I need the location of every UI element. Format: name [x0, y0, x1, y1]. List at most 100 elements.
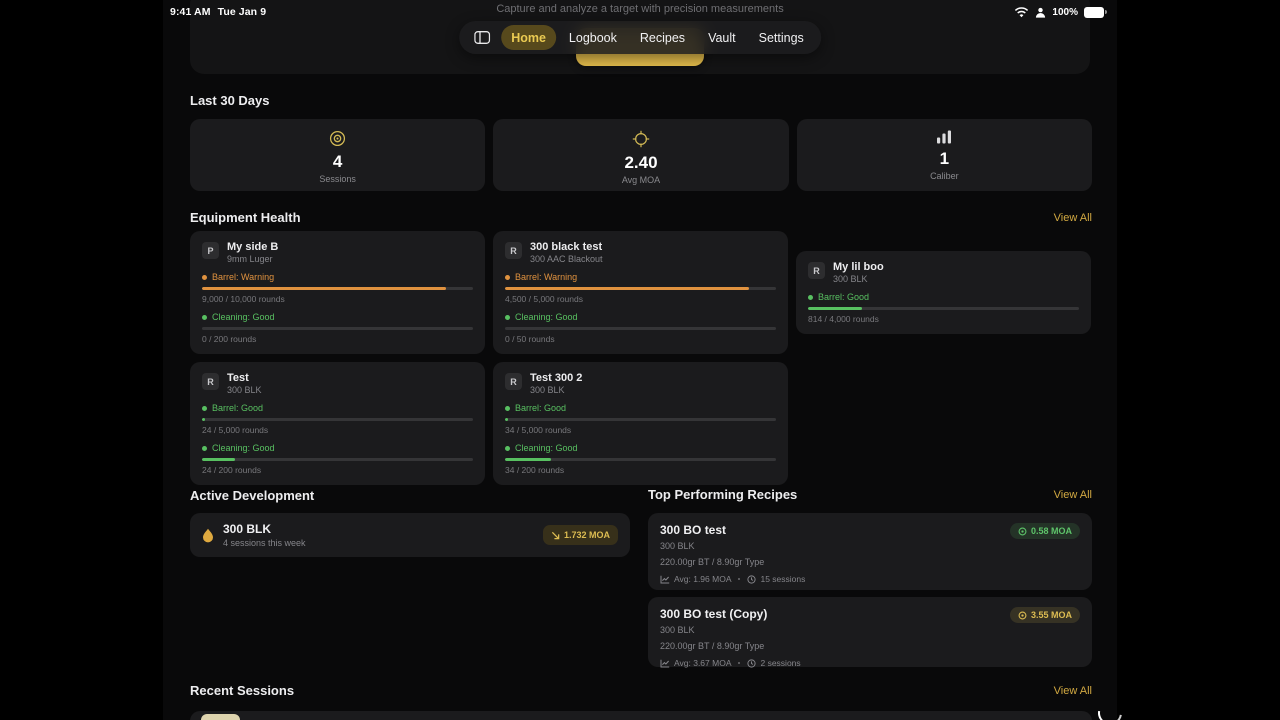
trend-badge: 1.732 MOA [542, 525, 618, 545]
tab-home[interactable]: Home [501, 25, 556, 50]
status-dot [202, 274, 207, 280]
equipment-card-300-black-test[interactable]: R 300 black test 300 AAC Blackout Barrel… [493, 231, 788, 354]
battery-nub [1105, 10, 1107, 14]
sessions-clock-icon [747, 658, 757, 668]
target-icon [329, 130, 346, 147]
active-development-text: 300 BLK 4 sessions this week [223, 522, 306, 548]
stat-card-caliber: 1 Caliber [796, 119, 1092, 191]
equipment-type-badge: R [202, 373, 219, 390]
gauge-fill [202, 287, 446, 290]
moa-badge-value: 3.55 MOA [1030, 610, 1072, 620]
active-recipe-subtitle: 4 sessions this week [223, 538, 306, 548]
gauge-label: Cleaning: Good [515, 312, 578, 322]
target-small-icon [1018, 611, 1027, 620]
battery-fill [1084, 6, 1104, 18]
stat-card-sessions: 4 Sessions [190, 119, 486, 191]
equipment-type-badge: R [505, 373, 522, 390]
gauge-fill [505, 287, 749, 290]
tab-recipes-label: Recipes [639, 30, 686, 45]
active-recipe-name: 300 BLK [223, 522, 272, 536]
gauge-rounds: 9,000 / 10,000 rounds [202, 294, 285, 304]
recipe-caliber: 300 BLK [660, 541, 695, 551]
status-time-date: 9:41 AM Tue Jan 9 [170, 6, 266, 18]
tab-bar: Home Logbook Recipes Vault Settings [459, 21, 821, 54]
gauge-track [505, 327, 776, 330]
equipment-card-header: R 300 black test 300 AAC Blackout [505, 241, 776, 264]
tab-settings-label: Settings [758, 30, 804, 45]
equipment-card-my-side-b[interactable]: P My side B 9mm Luger Barrel: Warning 9,… [190, 231, 485, 354]
gauge-label-row: Cleaning: Good [505, 443, 776, 453]
gauge-barrel: Barrel: Good 24 / 5,000 rounds [202, 403, 473, 435]
gauge-label: Barrel: Warning [212, 272, 275, 282]
stat-value-caliber: 1 [939, 149, 950, 168]
section-equipment-health: Equipment Health View All [190, 210, 1092, 225]
recipe-meta-row: Avg: 1.96 MOA 15 sessions [660, 574, 1080, 584]
gauge-label: Barrel: Good [818, 292, 870, 302]
gauge-track [202, 287, 473, 290]
recipe-card-300-bo-test-copy[interactable]: 300 BO test (Copy) 3.55 MOA 300 BLK 220.… [648, 597, 1092, 668]
gauge-label: Barrel: Good [515, 403, 567, 413]
equipment-name: Test 300 2 [530, 372, 583, 384]
tab-home-label: Home [511, 30, 546, 45]
equipment-type-badge: R [808, 262, 825, 279]
gauge-track [505, 458, 776, 461]
equipment-title-block: My lil boo 300 BLK [833, 261, 884, 284]
status-dot [505, 445, 510, 451]
gauge-cleaning: Cleaning: Good 0 / 200 rounds [202, 312, 473, 344]
gauge-label: Barrel: Warning [515, 272, 578, 282]
tab-logbook[interactable]: Logbook [559, 25, 627, 50]
equipment-caliber: 300 BLK [530, 385, 565, 395]
tab-vault[interactable]: Vault [698, 25, 746, 50]
status-dot [505, 314, 510, 320]
status-dot [505, 274, 510, 280]
recipe-caliber: 300 BLK [660, 625, 695, 635]
gauge-cleaning: Cleaning: Good 34 / 200 rounds [505, 443, 776, 475]
equipment-card-header: R Test 300 BLK [202, 372, 473, 395]
equipment-card-test[interactable]: R Test 300 BLK Barrel: Good 24 / 5,000 r… [190, 362, 485, 485]
recent-session-card[interactable] [190, 711, 1092, 720]
gauge-barrel: Barrel: Good 814 / 4,000 rounds [808, 292, 1079, 324]
session-target-thumbnail [201, 714, 240, 720]
last-30-days-title: Last 30 Days [190, 93, 270, 108]
equipment-name: Test [227, 372, 249, 384]
status-date: Tue Jan 9 [217, 6, 267, 18]
tab-logbook-label: Logbook [568, 30, 617, 45]
recipe-card-300-bo-test[interactable]: 300 BO test 0.58 MOA 300 BLK 220.00gr BT… [648, 513, 1092, 590]
equipment-title-block: Test 300 BLK [227, 372, 262, 395]
equipment-card-my-lil-boo[interactable]: R My lil boo 300 BLK Barrel: Good 814 / … [796, 251, 1091, 334]
sidebar-toggle-button[interactable] [466, 25, 498, 51]
recipe-avg: Avg: 1.96 MOA [674, 574, 732, 584]
gauge-rounds: 4,500 / 5,000 rounds [505, 294, 583, 304]
recipes-view-all-link[interactable]: View All [1054, 489, 1092, 501]
active-development-card[interactable]: 300 BLK 4 sessions this week 1.732 MOA [190, 513, 630, 557]
gauge-label-row: Barrel: Good [202, 403, 473, 413]
gauge-rounds: 34 / 200 rounds [505, 465, 565, 475]
status-dot [808, 294, 813, 300]
meta-separator [738, 662, 741, 664]
gauge-barrel: Barrel: Warning 9,000 / 10,000 rounds [202, 272, 473, 304]
gauge-track [202, 327, 473, 330]
recipe-card-header: 300 BO test (Copy) 3.55 MOA [660, 607, 1080, 623]
gauge-label: Cleaning: Good [515, 443, 578, 453]
equipment-card-test-300-2[interactable]: R Test 300 2 300 BLK Barrel: Good 34 / 5… [493, 362, 788, 485]
moa-badge: 3.55 MOA [1009, 607, 1080, 623]
recent-view-all-link[interactable]: View All [1054, 685, 1092, 697]
equipment-view-all-link[interactable]: View All [1054, 212, 1092, 224]
gauge-track [202, 458, 473, 461]
avg-chart-icon [660, 659, 670, 668]
gauge-fill [202, 458, 235, 461]
recipe-sessions: 2 sessions [760, 658, 801, 668]
gauge-label-row: Barrel: Good [505, 403, 776, 413]
equipment-health-title: Equipment Health [190, 210, 301, 225]
equipment-card-header: P My side B 9mm Luger [202, 241, 473, 264]
gauge-rounds: 24 / 5,000 rounds [202, 425, 269, 435]
gauge-rounds: 0 / 200 rounds [202, 334, 257, 344]
bar-chart-icon [936, 130, 952, 144]
section-recent-sessions: Recent Sessions View All [190, 683, 1092, 698]
equipment-caliber: 300 BLK [833, 274, 868, 284]
equipment-name: My lil boo [833, 261, 884, 273]
gauge-track [505, 418, 776, 421]
tab-recipes[interactable]: Recipes [630, 25, 695, 50]
recipe-sessions: 15 sessions [760, 574, 806, 584]
tab-settings[interactable]: Settings [749, 25, 814, 50]
